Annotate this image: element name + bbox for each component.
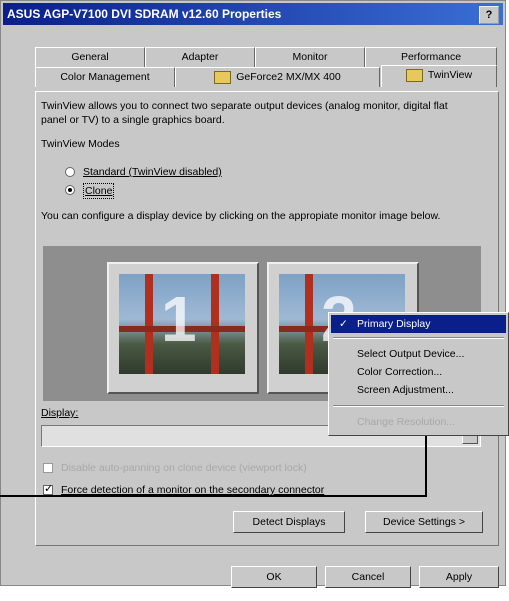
- instruction-text: You can configure a display device by cl…: [41, 210, 441, 222]
- menu-item-color-correction[interactable]: Color Correction...: [331, 363, 506, 381]
- check-mark-icon: ✓: [339, 318, 348, 330]
- ok-button[interactable]: OK: [231, 566, 317, 588]
- tab-geforce[interactable]: GeForce2 MX/MX 400: [175, 67, 380, 87]
- window-title: ASUS AGP-V7100 DVI SDRAM v12.60 Properti…: [7, 7, 282, 21]
- cancel-button[interactable]: Cancel: [325, 566, 411, 588]
- help-button[interactable]: ?: [479, 6, 499, 24]
- tab-geforce-label: GeForce2 MX/MX 400: [236, 71, 341, 83]
- tab-twinview-label: TwinView: [427, 69, 473, 81]
- tab-general[interactable]: General: [35, 47, 145, 67]
- menu-separator: [333, 405, 504, 407]
- monitor-1-image[interactable]: 1: [107, 262, 259, 394]
- bridge-tower: [211, 274, 219, 374]
- detect-displays-button[interactable]: Detect Displays: [233, 511, 345, 533]
- tab-monitor[interactable]: Monitor: [255, 47, 365, 67]
- radio-standard-label[interactable]: Standard (TwinView disabled): [83, 165, 222, 179]
- display-card-icon: [405, 68, 423, 82]
- force-detection-checkbox[interactable]: ✓: [43, 483, 54, 495]
- monitor-1-number: 1: [161, 283, 197, 355]
- monitor-context-menu: ✓ Primary Display Select Output Device..…: [328, 312, 509, 436]
- radio-standard[interactable]: [65, 167, 75, 177]
- menu-item-primary-display[interactable]: ✓ Primary Display: [331, 315, 506, 333]
- bridge-tower: [305, 274, 313, 374]
- modes-label: TwinView Modes: [41, 138, 120, 150]
- properties-window: ASUS AGP-V7100 DVI SDRAM v12.60 Properti…: [0, 0, 506, 588]
- menu-item-select-output[interactable]: Select Output Device...: [331, 345, 506, 363]
- menu-separator: [333, 337, 504, 339]
- tab-performance[interactable]: Performance: [365, 47, 497, 67]
- check-mark-icon: ✓: [44, 483, 54, 495]
- apply-button[interactable]: Apply: [419, 566, 499, 588]
- monitor-1-screen: 1: [119, 274, 245, 374]
- title-bar: ASUS AGP-V7100 DVI SDRAM v12.60 Properti…: [3, 3, 503, 25]
- tab-color-management[interactable]: Color Management: [35, 67, 175, 87]
- display-label: Display:: [41, 407, 79, 419]
- menu-item-change-resolution[interactable]: Change Resolution...: [331, 413, 506, 431]
- callout-line: [425, 436, 427, 496]
- bridge-tower: [145, 274, 153, 374]
- radio-clone[interactable]: [65, 185, 75, 195]
- radio-clone-label[interactable]: Clone: [83, 183, 115, 199]
- tab-adapter[interactable]: Adapter: [145, 47, 255, 67]
- tab-twinview[interactable]: TwinView: [381, 65, 497, 87]
- auto-panning-checkbox[interactable]: [43, 463, 53, 473]
- display-card-icon: [214, 70, 232, 84]
- callout-line: [0, 495, 427, 497]
- menu-item-primary-display-label: Primary Display: [357, 318, 431, 330]
- auto-panning-label[interactable]: Disable auto-panning on clone device (vi…: [61, 461, 307, 475]
- menu-item-screen-adjustment[interactable]: Screen Adjustment...: [331, 381, 506, 399]
- intro-text: TwinView allows you to connect two separ…: [41, 100, 448, 126]
- device-settings-button[interactable]: Device Settings >: [365, 511, 483, 533]
